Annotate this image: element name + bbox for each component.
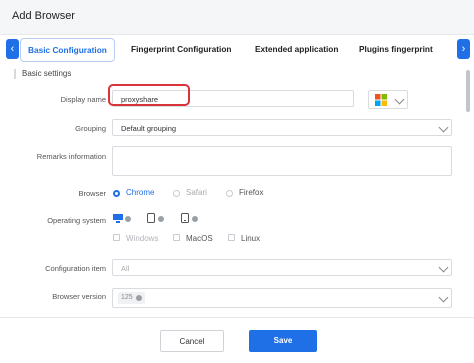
config-item-label: Configuration item: [45, 264, 106, 273]
chevron-down-icon: [394, 94, 405, 105]
chevron-down-icon: [438, 292, 449, 303]
ios-icon[interactable]: [181, 213, 189, 223]
tab-fingerprint-configuration[interactable]: Fingerprint Configuration: [131, 38, 231, 60]
cancel-button[interactable]: Cancel: [160, 330, 224, 352]
tab-scroll-left-icon[interactable]: ‹: [6, 39, 19, 59]
radio-firefox[interactable]: [226, 190, 233, 197]
info-icon: [192, 216, 198, 222]
section-title: Basic settings: [14, 69, 71, 79]
config-item-value: All: [121, 264, 130, 273]
tab-scroll-right-icon[interactable]: ›: [457, 39, 470, 59]
highlight-box: [108, 84, 190, 106]
checkbox-linux[interactable]: [228, 234, 235, 241]
grouping-value: Default grouping: [121, 124, 177, 133]
radio-safari[interactable]: [173, 190, 180, 197]
option-macos: MacOS: [186, 234, 213, 243]
os-icon-dropdown[interactable]: [368, 90, 408, 109]
display-name-label: Display name: [60, 95, 106, 104]
browser-label: Browser: [78, 189, 106, 198]
option-safari[interactable]: Safari: [186, 188, 207, 197]
info-icon: [136, 295, 142, 301]
tab-plugins-fingerprint[interactable]: Plugins fingerprint: [359, 38, 433, 60]
grouping-label: Grouping: [75, 124, 106, 133]
option-linux: Linux: [241, 234, 261, 243]
windows-desktop-icon[interactable]: [113, 214, 123, 223]
version-tag: 125: [118, 292, 145, 304]
browser-version-select[interactable]: 125: [112, 288, 452, 308]
dialog-title: Add Browser: [12, 10, 75, 22]
checkbox-macos[interactable]: [173, 234, 180, 241]
info-icon: [125, 216, 131, 222]
browser-version-label: Browser version: [52, 292, 106, 301]
version-tag-text: 125: [121, 294, 133, 301]
remarks-label: Remarks information: [36, 152, 106, 161]
config-item-select[interactable]: All: [112, 259, 452, 276]
checkbox-windows[interactable]: [113, 234, 120, 241]
radio-chrome[interactable]: [113, 190, 120, 197]
option-windows: Windows: [126, 234, 159, 243]
option-chrome[interactable]: Chrome: [126, 188, 154, 197]
option-firefox[interactable]: Firefox: [239, 188, 263, 197]
windows-icon: [375, 94, 387, 106]
android-icon[interactable]: [147, 213, 155, 223]
scrollbar-thumb[interactable]: [466, 70, 470, 112]
dialog-footer: Cancel Save: [0, 317, 474, 363]
title-bar: Add Browser: [0, 0, 474, 35]
chevron-down-icon: [438, 122, 449, 133]
tab-bar: ‹ Basic Configuration Fingerprint Config…: [0, 36, 474, 62]
chevron-down-icon: [438, 262, 449, 273]
tab-basic-configuration[interactable]: Basic Configuration: [20, 38, 115, 62]
info-icon: [158, 216, 164, 222]
add-browser-dialog: Add Browser ‹ Basic Configuration Finger…: [0, 0, 474, 363]
save-button[interactable]: Save: [249, 330, 317, 352]
remarks-textarea[interactable]: [112, 146, 452, 176]
os-label: Operating system: [47, 216, 106, 225]
grouping-select[interactable]: Default grouping: [112, 119, 452, 136]
tab-extended-application[interactable]: Extended application: [255, 38, 338, 60]
